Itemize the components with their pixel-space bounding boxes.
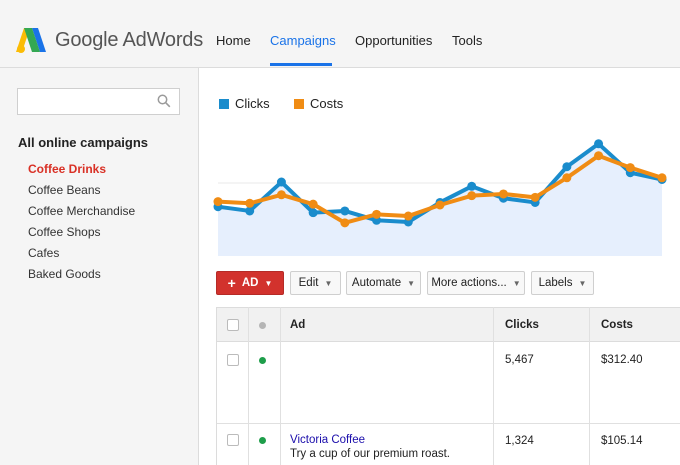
costs-point-13[interactable]: [625, 163, 635, 173]
labels-button[interactable]: Labels ▼: [531, 271, 594, 295]
costs-point-12[interactable]: [594, 151, 604, 161]
column-header-costs[interactable]: Costs: [601, 319, 633, 331]
row-checkbox[interactable]: [227, 434, 239, 446]
row-divider: [217, 423, 680, 424]
costs-point-1[interactable]: [245, 198, 255, 208]
column-divider: [280, 307, 281, 465]
chevron-down-icon: ▼: [578, 278, 587, 288]
labels-label: Labels: [538, 277, 573, 289]
status-header-dot-icon[interactable]: [259, 322, 266, 329]
nav-tools[interactable]: Tools: [452, 33, 482, 48]
status-enabled-dot-icon: [259, 437, 266, 444]
campaign-search-input[interactable]: [18, 89, 153, 114]
costs-point-9[interactable]: [498, 189, 508, 199]
chevron-down-icon: ▼: [512, 278, 521, 288]
adwords-logo-icon: [16, 28, 46, 53]
performance-chart: [213, 139, 667, 256]
more-actions-button[interactable]: More actions... ▼: [427, 271, 525, 295]
edit-label: Edit: [298, 277, 319, 289]
chevron-down-icon: ▼: [324, 278, 333, 288]
ad-description: Try a cup of our premium roast.: [290, 448, 450, 460]
costs-point-5[interactable]: [372, 209, 382, 219]
status-enabled-dot-icon: [259, 357, 266, 364]
sidebar-item-coffee-shops[interactable]: Coffee Shops: [28, 225, 101, 239]
costs-point-3[interactable]: [308, 199, 318, 209]
column-header-ad[interactable]: Ad: [290, 319, 305, 331]
clicks-point-2[interactable]: [276, 177, 286, 187]
ads-table: Ad Clicks Costs 5,467 $312.40 Victoria C…: [216, 307, 680, 465]
automate-button[interactable]: Automate ▼: [346, 271, 421, 295]
nav-opportunities[interactable]: Opportunities: [355, 33, 432, 48]
clicks-point-12[interactable]: [594, 139, 604, 149]
clicks-point-4[interactable]: [340, 206, 350, 216]
sidebar-item-coffee-beans[interactable]: Coffee Beans: [28, 183, 101, 197]
costs-value: $105.14: [601, 435, 643, 447]
column-header-clicks[interactable]: Clicks: [505, 319, 539, 331]
clicks-swatch: [219, 99, 229, 109]
sidebar-item-coffee-drinks[interactable]: Coffee Drinks: [28, 162, 106, 176]
clicks-point-11[interactable]: [562, 162, 572, 172]
clicks-point-8[interactable]: [467, 181, 477, 191]
sidebar-item-coffee-merchandise[interactable]: Coffee Merchandise: [28, 204, 135, 218]
sidebar-item-cafes[interactable]: Cafes: [28, 246, 59, 260]
column-divider: [589, 307, 590, 465]
column-divider: [248, 307, 249, 465]
clicks-value: 5,467: [505, 354, 534, 366]
legend-clicks[interactable]: Clicks: [219, 96, 270, 111]
plus-icon: +: [227, 275, 236, 291]
costs-value: $312.40: [601, 354, 643, 366]
costs-point-7[interactable]: [435, 200, 445, 210]
add-ad-label: AD: [241, 277, 259, 289]
brand-name: Google AdWords: [55, 29, 204, 51]
column-divider: [493, 307, 494, 465]
clicks-point-3[interactable]: [308, 208, 318, 218]
row-checkbox[interactable]: [227, 354, 239, 366]
ad-title-link[interactable]: Victoria Coffee: [290, 434, 365, 446]
campaign-search-box[interactable]: [17, 88, 180, 115]
legend-costs[interactable]: Costs: [294, 96, 343, 111]
all-campaigns-heading[interactable]: All online campaigns: [18, 135, 148, 150]
sidebar-item-baked-goods[interactable]: Baked Goods: [28, 267, 101, 281]
nav-campaigns[interactable]: Campaigns: [270, 33, 336, 48]
sidebar: All online campaigns Coffee Drinks Coffe…: [0, 68, 199, 465]
chevron-down-icon: ▼: [407, 278, 416, 288]
legend-clicks-label: Clicks: [235, 96, 270, 111]
automate-label: Automate: [351, 277, 402, 289]
more-actions-label: More actions...: [431, 277, 507, 289]
nav-home[interactable]: Home: [216, 33, 251, 48]
add-ad-button[interactable]: + AD ▼: [216, 271, 284, 295]
costs-point-2[interactable]: [276, 190, 286, 200]
costs-point-11[interactable]: [562, 173, 572, 183]
table-header: Ad Clicks Costs: [217, 307, 680, 342]
costs-point-4[interactable]: [340, 218, 350, 228]
costs-point-14[interactable]: [657, 173, 667, 183]
legend-costs-label: Costs: [310, 96, 344, 111]
costs-point-10[interactable]: [530, 192, 540, 202]
costs-point-0[interactable]: [213, 197, 223, 207]
costs-point-8[interactable]: [467, 191, 477, 201]
top-header: Google AdWords Home Campaigns Opportunit…: [0, 0, 680, 68]
active-nav-indicator: [270, 63, 332, 66]
edit-button[interactable]: Edit ▼: [290, 271, 341, 295]
clicks-value: 1,324: [505, 435, 534, 447]
chevron-down-icon: ▼: [264, 278, 273, 288]
costs-swatch: [294, 99, 304, 109]
costs-point-6[interactable]: [403, 211, 413, 221]
select-all-checkbox[interactable]: [227, 319, 239, 331]
search-icon[interactable]: [157, 94, 171, 108]
